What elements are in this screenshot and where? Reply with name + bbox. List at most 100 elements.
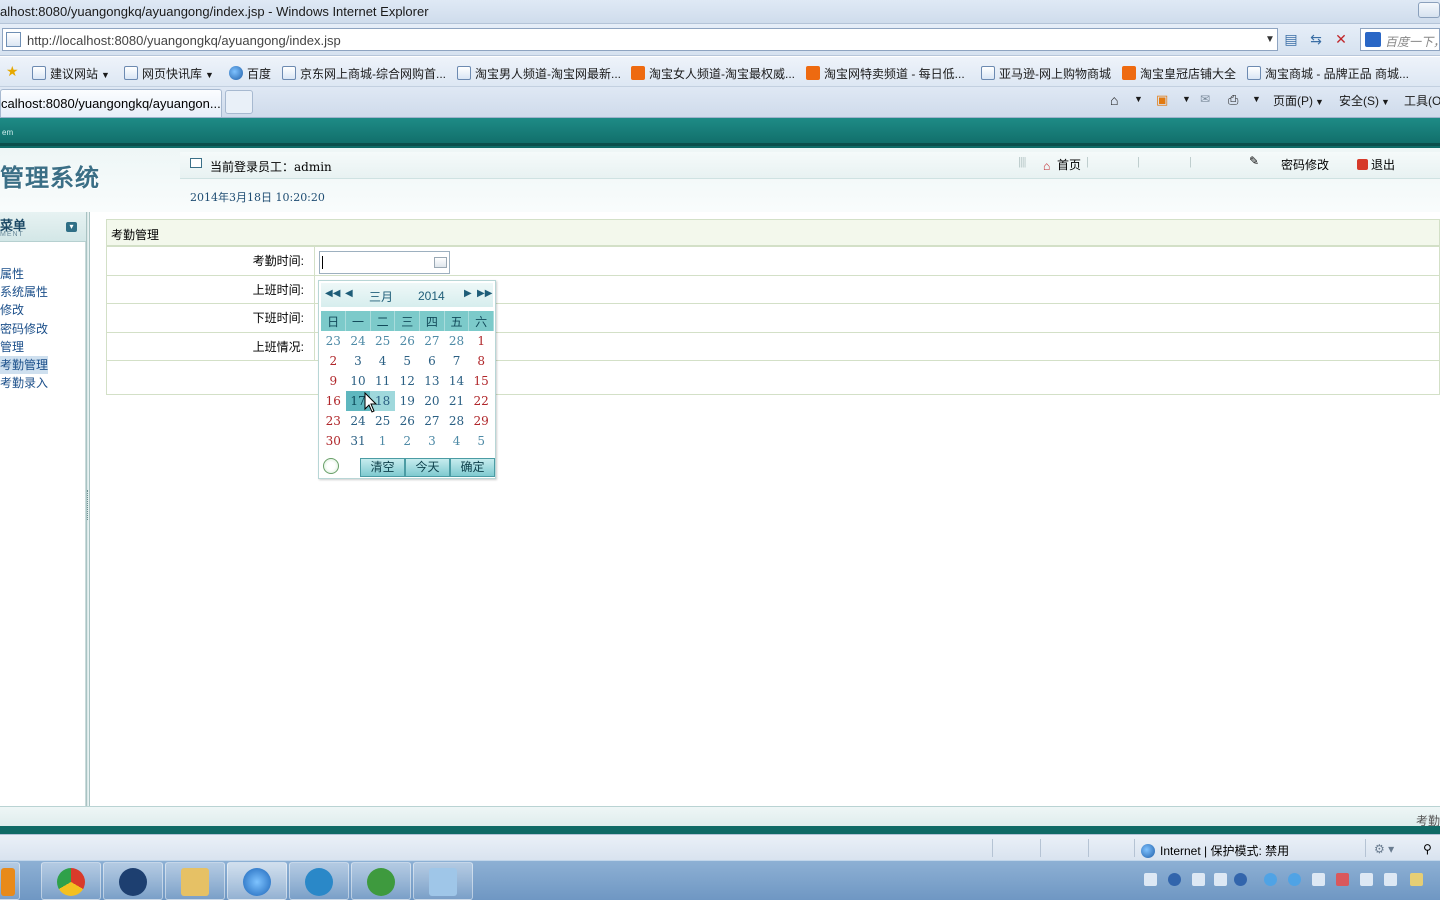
calendar-day[interactable]: 6 <box>420 351 445 371</box>
calendar-day[interactable]: 15 <box>469 371 494 391</box>
favorite-item[interactable]: 淘宝女人频道-淘宝最权威... <box>631 65 795 82</box>
menu-item-system-attributes[interactable]: 系统属性 <box>0 283 48 301</box>
menu-item-attendance-management[interactable]: 考勤管理 <box>0 355 49 375</box>
calendar-day[interactable]: 19 <box>395 391 420 411</box>
calendar-day[interactable]: 14 <box>444 371 469 391</box>
media-player-button[interactable] <box>0 862 20 900</box>
tray-icon[interactable] <box>1288 873 1301 886</box>
calendar-day[interactable]: 23 <box>321 411 346 431</box>
logout-link[interactable]: 退出 <box>1357 156 1395 173</box>
calendar-day[interactable]: 16 <box>321 391 346 411</box>
calendar-day[interactable]: 5 <box>469 431 494 451</box>
calendar-day[interactable]: 27 <box>420 331 445 351</box>
calendar-day[interactable]: 25 <box>370 331 395 351</box>
explorer-taskbar-button[interactable] <box>165 862 225 900</box>
prev-year-icon[interactable]: ◀◀ <box>325 288 340 299</box>
calendar-day[interactable]: 20 <box>420 391 445 411</box>
feeds-icon[interactable]: ▣ <box>1156 92 1168 108</box>
calendar-day[interactable]: 24 <box>346 331 371 351</box>
clock-icon[interactable] <box>323 458 339 474</box>
print-icon[interactable]: ⎙ <box>1228 92 1238 108</box>
tools-menu[interactable]: 工具(O <box>1404 92 1440 109</box>
calendar-day[interactable]: 22 <box>469 391 494 411</box>
calendar-day[interactable]: 10 <box>346 371 371 391</box>
app-taskbar-button[interactable] <box>413 862 473 900</box>
calendar-day[interactable]: 3 <box>346 351 371 371</box>
settings-icon[interactable]: ⚙ ▾ <box>1374 842 1394 856</box>
calendar-day[interactable]: 24 <box>346 411 371 431</box>
security-zone[interactable]: Internet | 保护模式: 禁用 <box>1141 842 1289 859</box>
home-icon[interactable]: ⌂ <box>1110 92 1118 108</box>
calendar-day[interactable]: 31 <box>346 431 371 451</box>
menu-item-attendance-entry[interactable]: 考勤录入 <box>0 374 48 392</box>
tray-icon[interactable] <box>1264 873 1277 886</box>
calendar-day[interactable]: 3 <box>420 431 445 451</box>
new-tab-button[interactable] <box>225 90 253 114</box>
calendar-day[interactable]: 28 <box>444 411 469 431</box>
window-minimize-button[interactable] <box>1418 2 1440 18</box>
flag-icon[interactable] <box>1336 873 1349 886</box>
favorite-item[interactable]: 淘宝网特卖频道 - 每日低... <box>806 65 965 82</box>
page-menu[interactable]: 页面(P) ▼ <box>1273 92 1324 109</box>
calendar-day[interactable]: 26 <box>395 331 420 351</box>
help-icon[interactable] <box>1168 873 1181 886</box>
tray-icon[interactable] <box>1312 873 1325 886</box>
favorite-item[interactable]: 淘宝皇冠店铺大全 <box>1122 65 1236 82</box>
calendar-day[interactable]: 25 <box>370 411 395 431</box>
print-dropdown-icon[interactable]: ▼ <box>1252 94 1261 104</box>
collapse-icon[interactable]: ▾ <box>66 222 77 232</box>
myeclipse-taskbar-button[interactable] <box>103 862 163 900</box>
calendar-day[interactable]: 27 <box>420 411 445 431</box>
ie-taskbar-button[interactable] <box>227 862 287 900</box>
calendar-day[interactable]: 9 <box>321 371 346 391</box>
chrome-taskbar-button[interactable] <box>41 862 101 900</box>
month-selector[interactable]: 三月 <box>369 288 393 305</box>
refresh-icon[interactable]: ⇆ <box>1306 29 1326 49</box>
favorite-item[interactable]: 淘宝男人频道-淘宝网最新... <box>457 65 621 82</box>
favorites-star-icon[interactable]: ★ <box>6 63 23 79</box>
info-icon[interactable] <box>1234 873 1247 886</box>
change-password-link[interactable]: 密码修改 <box>1281 156 1329 173</box>
attendance-time-input[interactable] <box>319 251 450 274</box>
safety-menu[interactable]: 安全(S) ▼ <box>1339 92 1390 109</box>
favorite-item[interactable]: 淘宝商城 - 品牌正品 商城... <box>1247 65 1409 82</box>
calendar-day[interactable]: 13 <box>420 371 445 391</box>
network-icon[interactable] <box>1360 873 1373 886</box>
menu-item-attributes[interactable]: 属性 <box>0 265 48 283</box>
show-hidden-icon[interactable] <box>1214 873 1227 886</box>
home-link[interactable]: ⌂ 首页 <box>1043 156 1081 173</box>
volume-icon[interactable] <box>1384 873 1397 886</box>
calendar-day[interactable]: 11 <box>370 371 395 391</box>
year-selector[interactable]: 2014 <box>418 289 445 303</box>
calendar-day[interactable]: 23 <box>321 331 346 351</box>
calendar-day[interactable]: 12 <box>395 371 420 391</box>
keyboard-icon[interactable] <box>1144 873 1157 886</box>
prev-month-icon[interactable]: ◀ <box>345 288 353 299</box>
app-taskbar-button[interactable] <box>289 862 349 900</box>
calendar-day[interactable]: 26 <box>395 411 420 431</box>
menu-item-password[interactable]: 密码修改 <box>0 320 48 338</box>
calendar-day[interactable]: 1 <box>370 431 395 451</box>
ok-button[interactable]: 确定 <box>450 458 495 477</box>
calendar-day[interactable]: 2 <box>395 431 420 451</box>
favorite-item[interactable]: 百度 <box>229 65 271 82</box>
calendar-day[interactable]: 21 <box>444 391 469 411</box>
tab-current[interactable]: calhost:8080/yuangongkq/ayuangon... <box>0 89 222 117</box>
compatibility-view-icon[interactable]: ▤ <box>1281 29 1301 49</box>
battery-icon[interactable] <box>1410 873 1423 886</box>
clear-button[interactable]: 清空 <box>360 458 405 477</box>
search-field[interactable]: 百度一下， <box>1360 28 1440 51</box>
today-button[interactable]: 今天 <box>405 458 450 477</box>
address-field[interactable]: http://localhost:8080/yuangongkq/ayuango… <box>2 28 1278 51</box>
calendar-day[interactable]: 1 <box>469 331 494 351</box>
splitter-grip[interactable] <box>87 490 89 520</box>
stop-icon[interactable]: ✕ <box>1331 29 1351 49</box>
feeds-dropdown-icon[interactable]: ▼ <box>1182 94 1191 104</box>
mail-icon[interactable]: ✉ <box>1200 92 1210 106</box>
favorite-item[interactable]: 亚马逊-网上购物商城 <box>981 65 1111 82</box>
calendar-day[interactable]: 4 <box>370 351 395 371</box>
calendar-day[interactable]: 29 <box>469 411 494 431</box>
calendar-day[interactable]: 5 <box>395 351 420 371</box>
calendar-icon[interactable] <box>434 257 447 268</box>
app-taskbar-button[interactable] <box>351 862 411 900</box>
